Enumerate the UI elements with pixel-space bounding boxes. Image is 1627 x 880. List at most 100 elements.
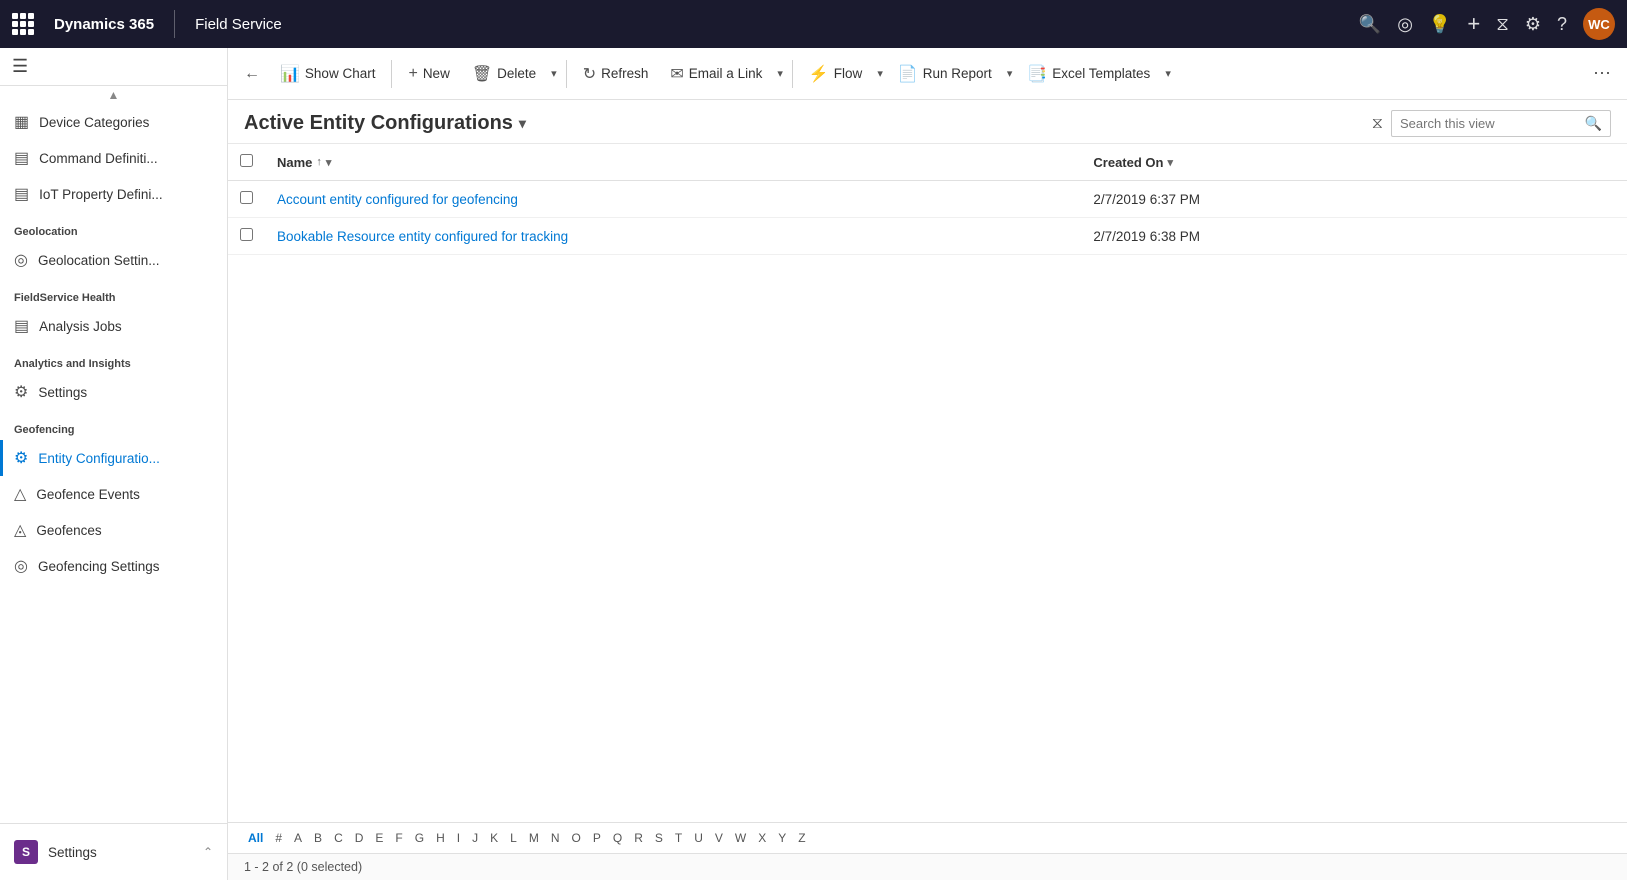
alpha-c[interactable]: C xyxy=(330,829,347,847)
filter-icon[interactable]: ⧖ xyxy=(1496,14,1509,35)
alpha-k[interactable]: K xyxy=(486,829,502,847)
alpha-v[interactable]: V xyxy=(711,829,727,847)
more-options-button[interactable]: ⋯ xyxy=(1585,59,1619,88)
sidebar-item-analytics-settings[interactable]: ⚙ Settings xyxy=(0,374,227,410)
col-name-label: Name xyxy=(277,155,312,170)
settings-caret-icon: ⌃ xyxy=(203,845,213,859)
view-header: Active Entity Configurations ▾ ⧖ 🔍 xyxy=(228,100,1627,144)
refresh-button[interactable]: ↻ Refresh xyxy=(573,58,659,90)
search-icon[interactable]: 🔍 xyxy=(1359,14,1381,35)
alpha-f[interactable]: F xyxy=(391,829,406,847)
row-checkbox[interactable] xyxy=(240,228,253,241)
search-box-icon[interactable]: 🔍 xyxy=(1585,115,1602,132)
avatar[interactable]: WC xyxy=(1583,8,1615,40)
alpha-a[interactable]: A xyxy=(290,829,306,847)
th-created-on[interactable]: Created On ▾ xyxy=(1081,144,1627,181)
plus-btn-icon: + xyxy=(408,65,417,83)
lightbulb-icon[interactable]: 💡 xyxy=(1429,14,1451,35)
show-chart-label: Show Chart xyxy=(305,66,376,81)
target-icon[interactable]: ◎ xyxy=(1397,14,1413,35)
sidebar-item[interactable]: ▤ IoT Property Defini... xyxy=(0,176,227,212)
email-link-button[interactable]: ✉ Email a Link xyxy=(660,58,772,90)
delete-caret[interactable]: ▾ xyxy=(548,67,560,80)
alpha-l[interactable]: L xyxy=(506,829,521,847)
table-row: Bookable Resource entity configured for … xyxy=(228,218,1627,255)
row-checkbox[interactable] xyxy=(240,191,253,204)
delete-button[interactable]: 🗑 Delete xyxy=(462,58,546,90)
sidebar-section-analytics: Analytics and Insights xyxy=(0,344,227,374)
alpha-o[interactable]: O xyxy=(568,829,585,847)
table-header-row: Name ↑ ▾ Created On ▾ xyxy=(228,144,1627,181)
status-bar: 1 - 2 of 2 (0 selected) xyxy=(228,853,1627,880)
sidebar-item-geofences[interactable]: ◬ Geofences xyxy=(0,512,227,548)
th-checkbox xyxy=(228,144,265,181)
alpha-e[interactable]: E xyxy=(371,829,387,847)
waffle-icon[interactable] xyxy=(12,13,34,35)
sidebar-item[interactable]: ▤ Command Definiti... xyxy=(0,140,227,176)
alpha-x[interactable]: X xyxy=(754,829,770,847)
back-button[interactable]: ← xyxy=(236,59,268,89)
alpha-y[interactable]: Y xyxy=(774,829,790,847)
show-chart-button[interactable]: 📊 Show Chart xyxy=(270,58,385,90)
record-link[interactable]: Account entity configured for geofencing xyxy=(277,192,518,207)
nav-module: Field Service xyxy=(195,16,282,33)
alpha-s[interactable]: S xyxy=(651,829,667,847)
created-on-value: 2/7/2019 6:37 PM xyxy=(1093,192,1200,207)
flow-icon: ⚡ xyxy=(809,64,829,84)
email-caret[interactable]: ▾ xyxy=(774,67,786,80)
flow-button[interactable]: ⚡ Flow xyxy=(799,58,872,90)
created-on-value: 2/7/2019 6:38 PM xyxy=(1093,229,1200,244)
top-nav-left: Dynamics 365 Field Service xyxy=(12,10,282,38)
alpha-i[interactable]: I xyxy=(453,829,464,847)
new-button[interactable]: + New xyxy=(398,59,459,89)
run-report-button[interactable]: 📄 Run Report xyxy=(888,58,1002,90)
th-name[interactable]: Name ↑ ▾ xyxy=(265,144,1081,181)
sidebar-item[interactable]: ▦ Device Categories xyxy=(0,104,227,140)
alpha-g[interactable]: G xyxy=(411,829,428,847)
settings-icon[interactable]: ⚙ xyxy=(1525,14,1541,35)
hamburger-icon[interactable]: ☰ xyxy=(12,56,28,77)
sidebar-section-fieldservice-health: FieldService Health xyxy=(0,278,227,308)
alpha-j[interactable]: J xyxy=(468,829,482,847)
sidebar-item-geofence-events[interactable]: △ Geofence Events xyxy=(0,476,227,512)
alpha-b[interactable]: B xyxy=(310,829,326,847)
sidebar-section-geofencing: Geofencing xyxy=(0,410,227,440)
sidebar-item-analysis-jobs[interactable]: ▤ Analysis Jobs xyxy=(0,308,227,344)
sidebar-item-entity-config[interactable]: ⚙ Entity Configuratio... xyxy=(0,440,227,476)
alpha-u[interactable]: U xyxy=(690,829,707,847)
view-filter-icon[interactable]: ⧖ xyxy=(1372,115,1383,133)
alpha-all[interactable]: All xyxy=(244,829,267,847)
alpha-r[interactable]: R xyxy=(630,829,647,847)
created-sort-icon[interactable]: ▾ xyxy=(1167,156,1173,169)
entity-config-icon: ⚙ xyxy=(14,448,28,468)
alpha-hash[interactable]: # xyxy=(271,829,286,847)
help-icon[interactable]: ? xyxy=(1557,14,1567,35)
select-all-checkbox[interactable] xyxy=(240,154,253,167)
report-icon: 📄 xyxy=(898,64,918,84)
device-categories-icon: ▦ xyxy=(14,112,29,132)
search-input[interactable] xyxy=(1400,116,1579,131)
alpha-h[interactable]: H xyxy=(432,829,449,847)
alpha-z[interactable]: Z xyxy=(794,829,809,847)
sidebar-bottom-settings[interactable]: S Settings ⌃ xyxy=(0,832,227,872)
excel-templates-button[interactable]: 📑 Excel Templates xyxy=(1017,58,1160,90)
alpha-t[interactable]: T xyxy=(671,829,686,847)
alpha-d[interactable]: D xyxy=(351,829,368,847)
alpha-n[interactable]: N xyxy=(547,829,564,847)
alpha-w[interactable]: W xyxy=(731,829,750,847)
alpha-q[interactable]: Q xyxy=(609,829,626,847)
report-caret[interactable]: ▾ xyxy=(1004,67,1016,80)
excel-caret[interactable]: ▾ xyxy=(1162,67,1174,80)
record-link[interactable]: Bookable Resource entity configured for … xyxy=(277,229,568,244)
sort-dropdown-icon[interactable]: ▾ xyxy=(326,156,332,169)
email-link-label: Email a Link xyxy=(689,66,763,81)
alpha-m[interactable]: M xyxy=(525,829,543,847)
toolbar-separator-1 xyxy=(391,60,392,88)
alpha-p[interactable]: P xyxy=(589,829,605,847)
plus-icon[interactable]: + xyxy=(1467,11,1480,37)
view-title-caret[interactable]: ▾ xyxy=(519,115,526,132)
main-layout: ☰ ▲ ▦ Device Categories ▤ Command Defini… xyxy=(0,48,1627,880)
flow-caret[interactable]: ▾ xyxy=(874,67,886,80)
sidebar-item-geofencing-settings[interactable]: ◎ Geofencing Settings xyxy=(0,548,227,584)
sidebar-item-geolocation-settings[interactable]: ◎ Geolocation Settin... xyxy=(0,242,227,278)
